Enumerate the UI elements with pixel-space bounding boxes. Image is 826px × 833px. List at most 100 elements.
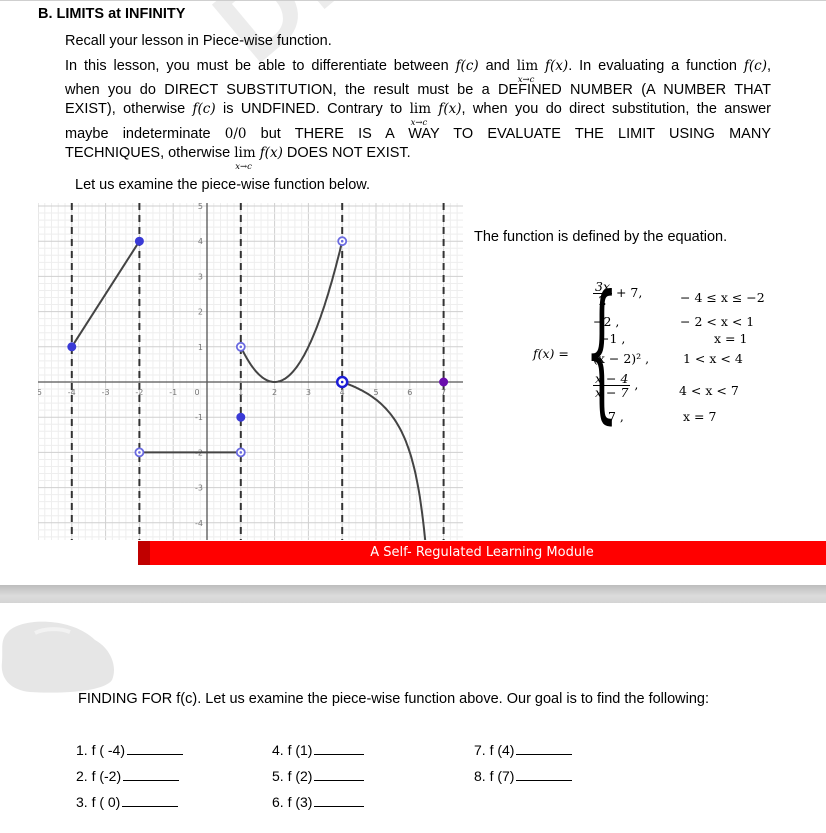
x-tick-label: 4 — [340, 388, 345, 397]
examine-line: Let us examine the piece-wise function b… — [75, 177, 371, 193]
equation-lhs: f(x) = — [533, 346, 569, 361]
answer-blank[interactable] — [314, 793, 365, 807]
exercise-5: 5. f (2) — [272, 767, 365, 784]
open-point-center — [138, 451, 141, 454]
exercise-4: 4. f (1) — [272, 741, 365, 758]
math-fc: f(c) — [743, 58, 767, 74]
case-1-expr: 3x 2 + 7, — [593, 280, 642, 307]
para-line-4: maybe indeterminate 0/0 but THERE IS A W… — [65, 125, 771, 143]
y-tick-label: 5 — [198, 203, 203, 211]
exercise-7: 7. f (4) — [474, 741, 573, 758]
text: and — [478, 58, 517, 74]
piecewise-graph: -5-4-3-2-101234567-4-3-2-112345 — [38, 203, 463, 540]
exercise-label: 8. f (7) — [474, 768, 515, 784]
math-limit: lim x→c — [234, 144, 255, 172]
x-tick-label: 0 — [194, 388, 199, 397]
text: but THERE IS A WAY TO EVALUATE THE LIMIT… — [246, 126, 771, 142]
closed-point-marker — [236, 412, 246, 422]
exercise-label: 7. f (4) — [474, 742, 515, 758]
case-3-expr: −1 , — [599, 331, 626, 346]
y-tick-label: 2 — [198, 308, 203, 317]
answer-blank[interactable] — [123, 767, 180, 781]
closed-point-marker — [439, 377, 449, 387]
denominator: x − 7 — [595, 385, 629, 400]
x-tick-label: -5 — [38, 388, 42, 397]
exercise-label: 6. f (3) — [272, 794, 313, 810]
x-tick-label: 5 — [373, 388, 378, 397]
text: In this lesson, you must be able to diff… — [65, 58, 456, 74]
fraction: x − 4x − 7 — [593, 371, 631, 400]
exercise-8: 8. f (7) — [474, 767, 573, 784]
answer-blank[interactable] — [314, 741, 365, 755]
case-3-cond: x = 1 — [714, 331, 748, 346]
open-point-center — [239, 451, 243, 454]
top-rule — [0, 0, 826, 1]
open-point-center — [340, 239, 344, 243]
x-tick-label: -2 — [135, 388, 143, 397]
redaction-smudge — [1, 621, 115, 693]
para-line-2: when you do DIRECT SUBSTITUTION, the res… — [65, 82, 771, 98]
exercise-label: 4. f (1) — [272, 742, 313, 758]
x-tick-label: -4 — [68, 388, 76, 397]
para-line-1: In this lesson, you must be able to diff… — [65, 57, 771, 85]
text: maybe indeterminate — [65, 126, 225, 142]
case-6-expr: 7 , — [608, 409, 624, 424]
math-fc: f(c) — [455, 58, 479, 74]
finding-instruction: FINDING FOR f(c). Let us examine the pie… — [78, 691, 710, 707]
answer-blank[interactable] — [314, 767, 365, 781]
text: . In evaluating a function — [568, 58, 744, 74]
equation-caption: The function is defined by the equation. — [474, 229, 728, 245]
case-6-cond: x = 7 — [683, 409, 717, 424]
case-1-rest: + 7, — [612, 285, 643, 300]
piecewise-equation: f(x) = { 3x 2 + 7, − 4 ≤ x ≤ −2 −2 , − 2 … — [533, 276, 773, 430]
open-point-center — [340, 380, 344, 384]
fraction: 3x 2 — [593, 280, 613, 308]
y-tick-label: 4 — [198, 237, 203, 246]
math-limit: lim x→c — [517, 57, 538, 85]
exercise-label: 5. f (2) — [272, 768, 313, 784]
y-tick-label: 1 — [198, 343, 203, 352]
x-tick-label: 3 — [306, 388, 311, 397]
answer-blank[interactable] — [122, 793, 179, 807]
recall-line: Recall your lesson in Piece-wise functio… — [65, 33, 332, 49]
x-tick-label: 7 — [441, 388, 446, 397]
answer-blank[interactable] — [516, 741, 573, 755]
x-tick-label: 1 — [238, 388, 243, 397]
y-tick-label: 3 — [198, 272, 203, 281]
series-curve-4 — [341, 381, 427, 540]
x-tick-label: 6 — [407, 388, 412, 397]
case-5-cond: 4 < x < 7 — [679, 383, 739, 398]
exercise-label: 1. f ( -4) — [76, 742, 126, 758]
x-tick-label: 2 — [272, 388, 277, 397]
case-2-cond: − 2 < x < 1 — [680, 314, 755, 329]
text: EXIST), otherwise — [65, 101, 193, 117]
exercise-2: 2. f (-2) — [76, 767, 180, 784]
denominator: 2 — [598, 293, 607, 308]
y-tick-label: -4 — [195, 519, 203, 528]
page-separator — [0, 585, 826, 603]
exercise-1: 1. f ( -4) — [76, 741, 184, 758]
x-tick-label: -1 — [169, 388, 177, 397]
math-fx: f(x) — [545, 58, 569, 74]
case-5-rest: , — [630, 377, 639, 392]
text: , when you do direct substitution, the a… — [461, 101, 772, 117]
answer-blank[interactable] — [127, 741, 184, 755]
open-point-center — [239, 345, 243, 349]
math-limit: lim x→c — [410, 100, 431, 128]
exercise-3: 3. f ( 0) — [76, 793, 179, 810]
closed-point-marker — [134, 236, 144, 246]
answer-blank[interactable] — [516, 767, 573, 781]
lim-sub: x→c — [235, 162, 252, 172]
math-fx: f(x) — [259, 145, 283, 161]
case-4-expr: (x − 2)² , — [593, 351, 650, 366]
math-zero-over-zero: 0/0 — [224, 126, 247, 142]
para-line-3: EXIST), otherwise f(c) is UNDFINED. Cont… — [65, 100, 772, 128]
math-fc: f(c) — [192, 101, 216, 117]
document-page-top: DHS B. LIMITS at INFINITY Recall your le… — [0, 0, 826, 585]
numerator: x − 4 — [593, 371, 631, 386]
case-4-cond: 1 < x < 4 — [683, 351, 743, 366]
text: TECHNIQUES, otherwise — [65, 145, 235, 161]
section-heading: B. LIMITS at INFINITY — [38, 6, 186, 22]
x-tick-label: -3 — [102, 388, 110, 397]
banner-text: A Self- Regulated Learning Module — [370, 545, 594, 560]
